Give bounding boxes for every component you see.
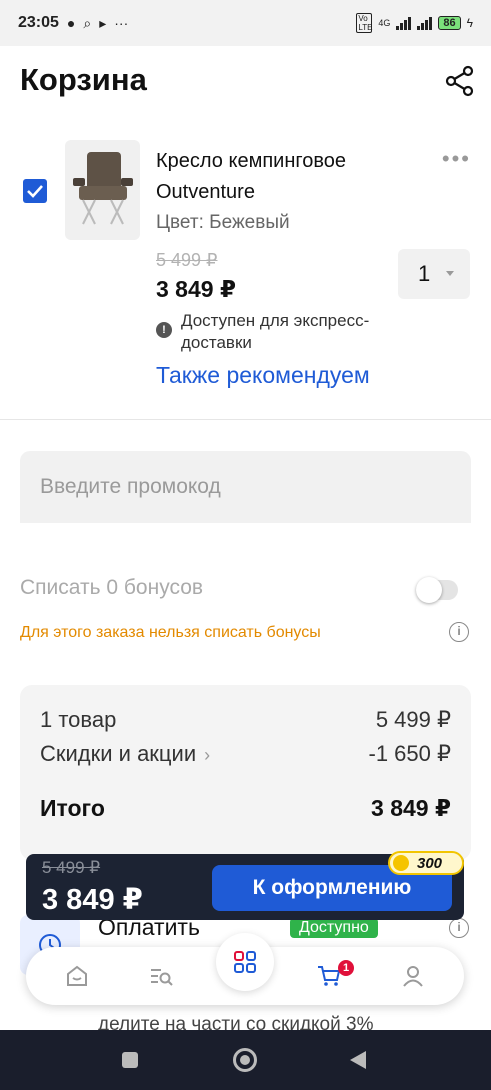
quantity-select[interactable]: 1 <box>398 249 470 299</box>
recent-apps-icon[interactable] <box>122 1052 138 1068</box>
pay-parts-badge: Доступно <box>290 918 378 938</box>
volte-icon: Vo LTE <box>356 13 373 33</box>
chevron-right-icon: › <box>204 745 211 765</box>
info-icon[interactable]: i <box>449 622 469 642</box>
system-nav-bar <box>0 1030 491 1090</box>
info-icon[interactable]: i <box>449 918 469 938</box>
order-summary: 1 товар 5 499 ₽ Скидки и акции › -1 650 ₽… <box>20 685 471 860</box>
back-icon[interactable] <box>350 1051 366 1069</box>
status-notification-icons: ● ⌕ ▸ ··· <box>67 15 128 32</box>
bottom-nav: 1 <box>26 933 464 1005</box>
summary-items-row: 1 товар 5 499 ₽ <box>40 707 451 733</box>
checkmark-icon <box>27 185 43 198</box>
bonus-label: Списать 0 бонусов <box>20 576 204 599</box>
bonus-toggle[interactable] <box>416 577 458 603</box>
checkout-old-price: 5 499 ₽ <box>42 858 101 877</box>
promo-placeholder: Введите промокод <box>40 475 221 498</box>
summary-discounts-row[interactable]: Скидки и акции › -1 650 ₽ <box>40 741 451 767</box>
summary-total-row: Итого 3 849 ₽ <box>40 795 451 822</box>
signal-icon <box>396 16 412 30</box>
status-bar: 23:05 ● ⌕ ▸ ··· Vo LTE 4G 86 ϟ <box>0 0 491 46</box>
promo-code-input[interactable]: Введите промокод <box>20 451 471 523</box>
product-old-price: 5 499 ₽ <box>156 250 218 270</box>
product-name[interactable]: Кресло кемпинговое Outventure <box>156 146 406 208</box>
battery-icon: 86 <box>438 16 461 30</box>
items-value: 5 499 ₽ <box>375 707 451 732</box>
product-image[interactable] <box>65 140 140 240</box>
status-right: Vo LTE 4G 86 ϟ <box>356 13 473 33</box>
profile-icon[interactable] <box>400 963 426 989</box>
search-icon: ⌕ <box>83 14 92 31</box>
recommend-link[interactable]: Также рекомендуем <box>156 362 370 389</box>
catalog-search-icon[interactable] <box>148 963 174 989</box>
bonus-warning: Для этого заказа нельзя списать бонусы <box>20 624 321 641</box>
discounts-label: Скидки и акции <box>40 741 197 766</box>
discounts-value: -1 650 ₽ <box>368 741 452 766</box>
play-icon: ▸ <box>99 14 107 31</box>
categories-button[interactable] <box>216 933 274 991</box>
total-label: Итого <box>40 795 105 821</box>
signal-icon-2 <box>417 16 433 30</box>
home-icon[interactable] <box>64 963 90 989</box>
more-dots-icon: ··· <box>114 15 129 31</box>
grid-icon <box>234 951 256 973</box>
bonus-points-badge: 300 <box>388 851 464 875</box>
quantity-value: 1 <box>418 261 431 286</box>
share-icon[interactable] <box>443 64 477 98</box>
product-color: Цвет: Бежевый <box>156 212 290 233</box>
items-label: 1 товар <box>40 707 117 732</box>
total-value: 3 849 ₽ <box>371 795 451 821</box>
bonus-points-value: 300 <box>417 854 443 872</box>
more-options-icon[interactable]: ••• <box>442 146 471 172</box>
express-delivery-note: Доступен для экспресс-доставки <box>181 311 370 352</box>
item-checkbox[interactable] <box>23 179 47 203</box>
checkout-price: 3 849 ₽ <box>42 884 143 916</box>
camping-chair-image <box>73 152 133 225</box>
divider <box>0 419 491 420</box>
chevron-down-icon <box>446 271 454 276</box>
network-label: 4G <box>378 18 391 28</box>
alert-icon: ! <box>156 322 172 338</box>
charging-icon: ϟ <box>466 16 473 30</box>
home-button-icon[interactable] <box>233 1048 257 1072</box>
cart-count-badge: 1 <box>338 960 354 976</box>
chat-bubble-icon: ● <box>66 15 76 31</box>
status-time: 23:05 <box>18 14 59 31</box>
toggle-knob <box>416 577 442 603</box>
coin-icon <box>393 855 409 871</box>
page-title: Корзина <box>20 62 147 97</box>
product-price: 3 849 ₽ <box>156 276 236 302</box>
